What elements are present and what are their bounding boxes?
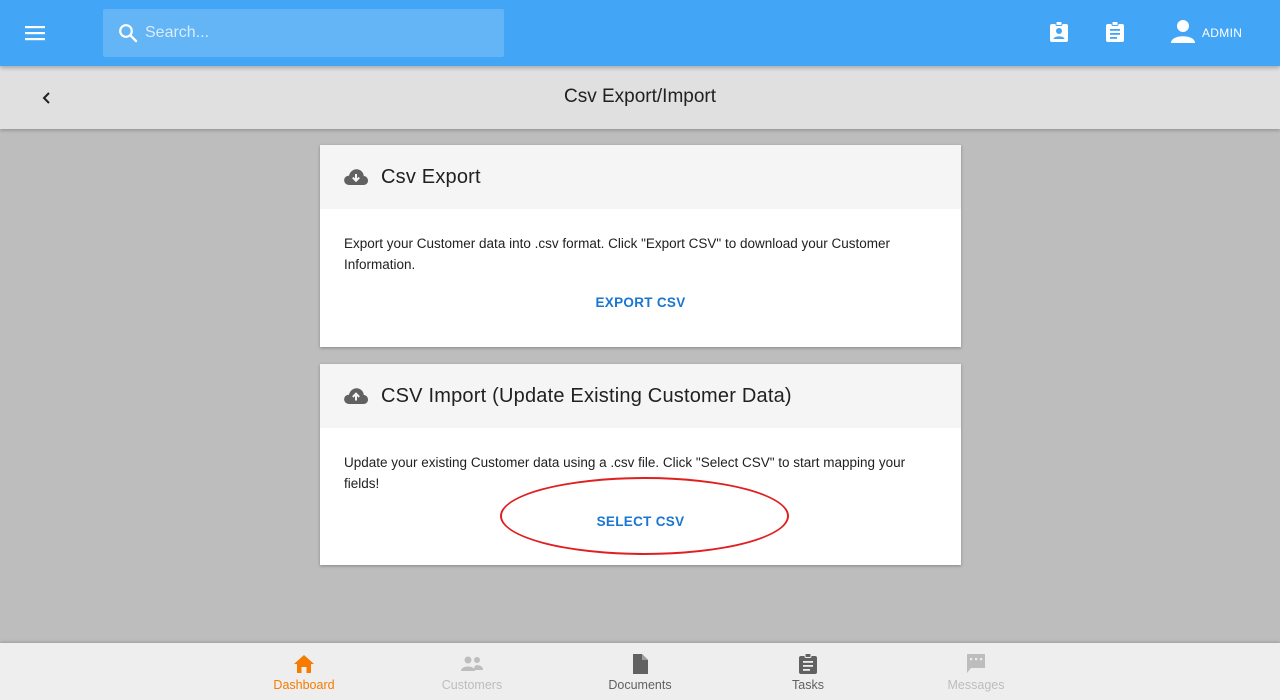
nav-label: Documents — [608, 678, 672, 692]
top-app-bar: ADMIN — [0, 0, 1280, 66]
contact-card-icon[interactable] — [1047, 20, 1071, 44]
nav-item-messages[interactable]: Messages — [892, 643, 1060, 700]
nav-label: Dashboard — [273, 678, 335, 692]
card-header: Csv Export — [320, 145, 961, 209]
hamburger-menu-icon[interactable] — [20, 18, 50, 48]
cloud-download-icon — [343, 164, 369, 190]
nav-item-tasks[interactable]: Tasks — [724, 643, 892, 700]
person-icon — [1170, 18, 1196, 49]
message-icon — [964, 652, 988, 676]
nav-label: Messages — [947, 678, 1005, 692]
nav-item-documents[interactable]: Documents — [556, 643, 724, 700]
nav-item-customers[interactable]: Customers — [388, 643, 556, 700]
card-description: Update your existing Customer data using… — [344, 455, 906, 491]
card-description: Export your Customer data into .csv form… — [344, 236, 891, 272]
people-icon — [460, 652, 484, 676]
export-csv-button[interactable]: EXPORT CSV — [583, 289, 697, 316]
card-title: CSV Import (Update Existing Customer Dat… — [381, 384, 792, 407]
search-icon — [117, 22, 139, 44]
user-name-label: ADMIN — [1202, 26, 1243, 40]
nav-label: Customers — [441, 678, 503, 692]
page-header: Csv Export/Import — [0, 66, 1280, 129]
select-csv-button[interactable]: SELECT CSV — [585, 508, 697, 535]
nav-label: Tasks — [792, 678, 824, 692]
csv-export-card: Csv Export Export your Customer data int… — [320, 145, 961, 347]
page-title: Csv Export/Import — [563, 86, 717, 107]
csv-import-card: CSV Import (Update Existing Customer Dat… — [320, 364, 961, 565]
user-menu[interactable]: ADMIN — [1170, 18, 1242, 48]
bottom-navigation: Dashboard Customers Documents Tasks Mess… — [0, 643, 1280, 700]
search-input[interactable] — [145, 24, 485, 42]
cloud-upload-icon — [343, 383, 369, 409]
card-header: CSV Import (Update Existing Customer Dat… — [320, 364, 961, 428]
home-icon — [292, 652, 316, 676]
document-icon — [628, 652, 652, 676]
search-bar[interactable] — [103, 9, 504, 57]
nav-item-dashboard[interactable]: Dashboard — [220, 643, 388, 700]
clipboard-icon[interactable] — [1103, 20, 1127, 44]
card-title: Csv Export — [381, 165, 481, 188]
clipboard-icon — [796, 652, 820, 676]
